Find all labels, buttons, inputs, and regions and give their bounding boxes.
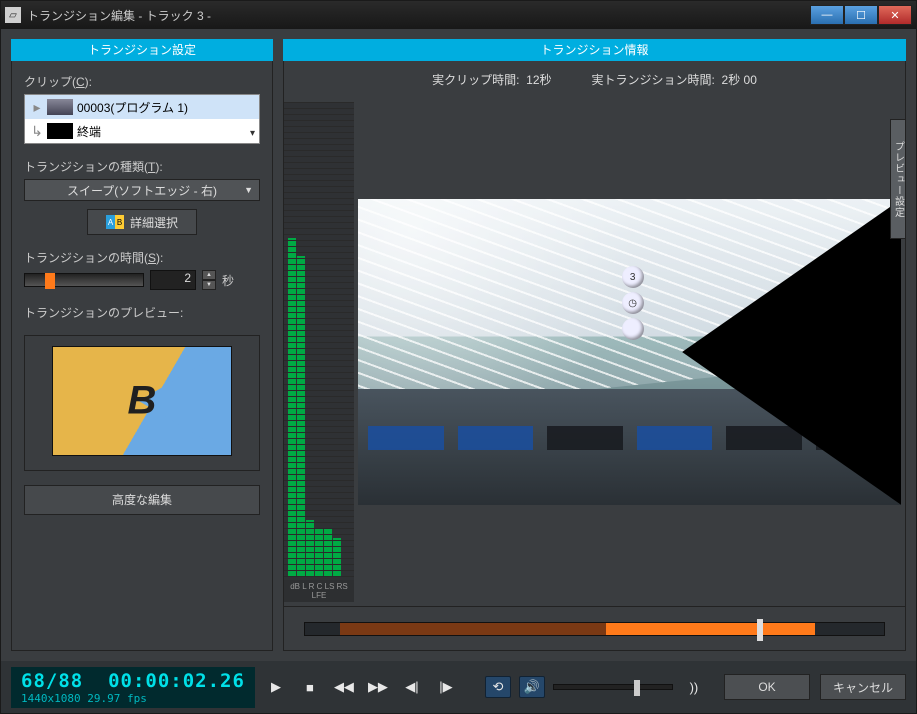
chevron-down-icon: ▼ — [244, 185, 253, 195]
ab-icon: AB — [106, 215, 124, 229]
loop-button[interactable]: ⟲ — [485, 676, 511, 698]
detail-select-label: 詳細選択 — [130, 214, 178, 231]
time-unit: 秒 — [222, 272, 234, 289]
audio-meter-labels: dB L R C LS RS LFE — [284, 580, 354, 602]
step-back-button[interactable]: ◀| — [399, 676, 425, 698]
preview-letter: B — [128, 379, 157, 424]
volume-thumb[interactable] — [634, 680, 640, 696]
right-panel-header: トランジション情報 — [283, 39, 906, 61]
slider-thumb[interactable] — [45, 273, 55, 289]
transition-editor-window: ▱ トランジション編集 - トラック 3 - — ☐ ✕ トランジション設定 ク… — [0, 0, 917, 714]
transition-type-dropdown[interactable]: スイープ(ソフトエッジ - 右) ▼ — [24, 179, 260, 201]
minimize-button[interactable]: — — [810, 5, 844, 25]
cancel-button[interactable]: キャンセル — [820, 674, 906, 700]
transition-time-slider[interactable] — [24, 273, 144, 287]
timeline-thumb[interactable] — [757, 619, 763, 641]
timecode-panel: 68/88 00:00:02.26 1440x1080 29.97 fps — [11, 667, 255, 708]
stop-button[interactable]: ■ — [297, 676, 323, 698]
maximize-button[interactable]: ☐ — [844, 5, 878, 25]
clock-face-icon: ◷ — [622, 292, 644, 314]
frame-counter: 68/88 — [21, 670, 83, 692]
clip-end-arrow-icon: ↳ — [29, 123, 45, 140]
transport-bar: 68/88 00:00:02.26 1440x1080 29.97 fps ▶ … — [1, 661, 916, 713]
transition-preview-swatch: B — [52, 346, 232, 456]
forward-button[interactable]: ▶▶ — [365, 676, 391, 698]
timecode: 00:00:02.26 — [108, 670, 245, 692]
clock-number: 3 — [622, 266, 644, 288]
chevron-down-icon[interactable]: ▾ — [250, 128, 255, 139]
volume-slider[interactable] — [553, 684, 673, 690]
transition-time-label: トランジションの時間(S): — [24, 249, 260, 266]
advanced-edit-button[interactable]: 高度な編集 — [24, 485, 260, 515]
resolution-fps: 1440x1080 29.97 fps — [21, 692, 245, 705]
clip-list[interactable]: ▸ 00003(プログラム 1) ↳ 終端 ▾ — [24, 94, 260, 144]
clip-item-end[interactable]: ↳ 終端 — [25, 119, 259, 143]
clip-end-thumb-icon — [47, 123, 73, 139]
timeline-scrubber[interactable] — [304, 622, 885, 636]
play-button[interactable]: ▶ — [263, 676, 289, 698]
real-clip-time-label: 実クリップ時間: — [432, 73, 519, 87]
transition-time-input[interactable]: 2 — [150, 270, 196, 290]
clip-label: クリップ(C): — [24, 73, 260, 90]
transition-preview-label: トランジションのプレビュー: — [24, 304, 260, 321]
left-panel-header: トランジション設定 — [11, 39, 273, 61]
transition-type-label: トランジションの種類(T): — [24, 158, 260, 175]
clip-indicator-icon: ▸ — [29, 99, 45, 116]
clip-thumb-icon — [47, 99, 73, 115]
titlebar[interactable]: ▱ トランジション編集 - トラック 3 - — ☐ ✕ — [1, 1, 916, 29]
audio-meter: dB L R C LS RS LFE — [284, 102, 354, 602]
audio-button[interactable]: 🔊 — [519, 676, 545, 698]
window-title: トランジション編集 - トラック 3 - — [27, 7, 810, 24]
volume-max-icon: )) — [681, 676, 707, 698]
detail-select-button[interactable]: AB 詳細選択 — [87, 209, 197, 235]
clip-end-label: 終端 — [77, 123, 101, 140]
preview-settings-tab[interactable]: プレビュー設定 — [890, 119, 906, 239]
clip-name: 00003(プログラム 1) — [77, 99, 188, 116]
real-transition-time-label: 実トランジション時間: — [592, 73, 715, 87]
video-preview[interactable]: 3 ◷ — [358, 102, 901, 602]
rewind-button[interactable]: ◀◀ — [331, 676, 357, 698]
step-forward-button[interactable]: |▶ — [433, 676, 459, 698]
real-transition-time-value: 2秒 00 — [722, 73, 757, 87]
transition-type-value: スイープ(ソフトエッジ - 右) — [67, 182, 217, 199]
ok-button[interactable]: OK — [724, 674, 810, 700]
transition-info-row: 実クリップ時間: 12秒 実トランジション時間: 2秒 00 — [283, 61, 906, 98]
close-button[interactable]: ✕ — [878, 5, 912, 25]
clip-item-selected[interactable]: ▸ 00003(プログラム 1) — [25, 95, 259, 119]
app-icon: ▱ — [5, 7, 21, 23]
real-clip-time-value: 12秒 — [526, 73, 551, 87]
time-spin-down[interactable]: ▼ — [202, 280, 216, 290]
transition-preview-box: B — [24, 335, 260, 471]
time-spin-up[interactable]: ▲ — [202, 270, 216, 280]
clock-bottom-icon — [622, 318, 644, 340]
